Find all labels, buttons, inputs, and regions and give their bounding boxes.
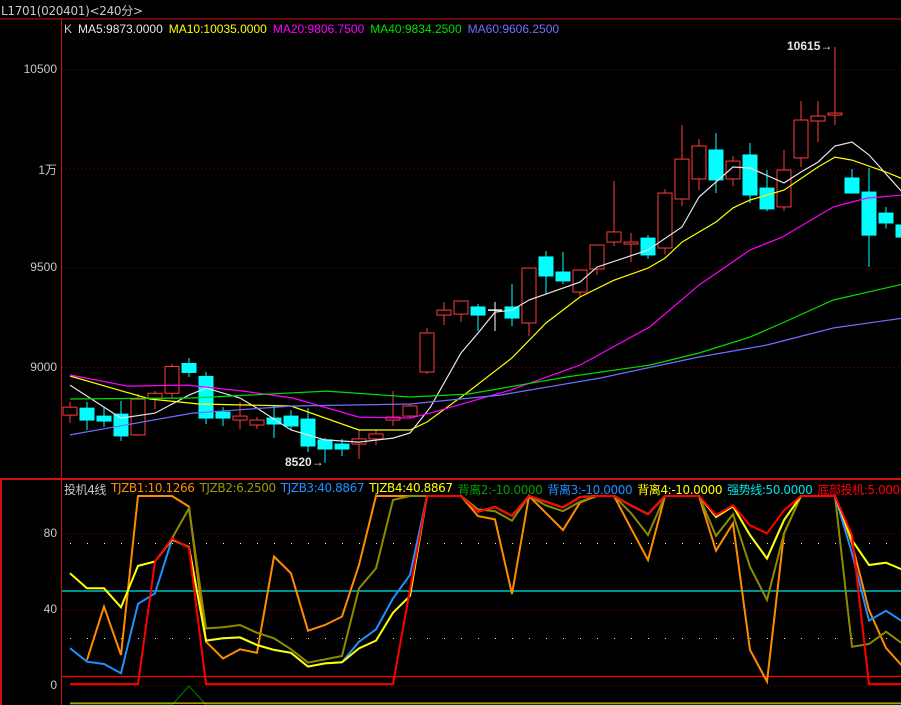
candle-body bbox=[453, 300, 469, 315]
ma40-line bbox=[69, 283, 901, 400]
candle-body bbox=[317, 439, 333, 450]
low-price-value: 8520 bbox=[285, 454, 312, 469]
candle-body bbox=[572, 269, 588, 293]
window-title: L1701(020401)<240分> bbox=[1, 4, 143, 18]
indicator-legend: 投机4线 TJZB1:10.1266 TJZB2:6.2500 TJZB3:40… bbox=[64, 481, 901, 498]
candle-body bbox=[878, 212, 894, 224]
legend-k: K bbox=[64, 22, 73, 36]
legend-bl2: 背离2:-10.0000 bbox=[457, 483, 543, 497]
candle-body bbox=[844, 177, 860, 194]
legend-ma60: MA60:9606.2500 bbox=[467, 22, 560, 36]
candle-body bbox=[300, 418, 316, 447]
candle-body bbox=[402, 405, 418, 417]
candle-body bbox=[62, 406, 78, 416]
legend-tjzb3: TJZB3:40.8867 bbox=[280, 481, 365, 495]
candle-body bbox=[708, 149, 724, 181]
candle-body bbox=[623, 241, 639, 245]
candle-body bbox=[164, 365, 180, 394]
high-price-annotation: 10615→ bbox=[787, 39, 832, 53]
legend-tjzb1: TJZB1:10.1266 bbox=[111, 481, 195, 495]
legend-ma40: MA40:9834.2500 bbox=[370, 22, 462, 36]
chart-canvas bbox=[0, 18, 901, 705]
candle-body bbox=[691, 145, 707, 180]
bl2-line bbox=[70, 685, 901, 705]
candle-body bbox=[725, 160, 741, 180]
candle-body bbox=[810, 115, 826, 122]
candle-body bbox=[742, 154, 758, 196]
candle-body bbox=[232, 415, 248, 421]
candle-body bbox=[249, 419, 265, 426]
y-tick-label: 9500 bbox=[30, 260, 57, 274]
candle-body bbox=[368, 433, 384, 440]
main-legend: K MA5:9873.0000 MA10:10035.0000 MA20:980… bbox=[64, 22, 559, 36]
legend-bl3: 背离3:-10.0000 bbox=[547, 483, 633, 497]
candle-body bbox=[181, 363, 197, 373]
candle-body bbox=[657, 192, 673, 249]
candle-body bbox=[470, 306, 486, 316]
candle-body bbox=[606, 231, 622, 243]
candle-body bbox=[776, 169, 792, 208]
tjzb3-line bbox=[69, 494, 901, 675]
ma60-line bbox=[69, 317, 901, 436]
candle-body bbox=[215, 411, 231, 419]
indicator-name: 投机4线 bbox=[64, 483, 107, 497]
candle-body bbox=[334, 443, 350, 450]
y-tick-label: 9000 bbox=[30, 360, 57, 374]
legend-ma5: MA5:9873.0000 bbox=[78, 22, 163, 36]
candle-body bbox=[130, 398, 146, 436]
tjzb2-line bbox=[171, 494, 901, 664]
legend-bottom: 底部投机:5.0000 bbox=[817, 483, 901, 497]
indicator-tick-label: 0 bbox=[50, 678, 57, 692]
y-tick-label: 10500 bbox=[23, 62, 57, 76]
indicator-tick-label: 80 bbox=[43, 526, 57, 540]
bottom-line bbox=[70, 494, 901, 686]
candle-body bbox=[504, 306, 520, 319]
candle-body bbox=[521, 267, 537, 324]
candle-body bbox=[555, 271, 571, 282]
candle-body bbox=[419, 332, 435, 373]
arrow-right-icon: → bbox=[311, 454, 324, 469]
candle-body bbox=[79, 407, 95, 421]
candle-body bbox=[96, 415, 112, 422]
candle-body bbox=[436, 309, 452, 316]
candle-body bbox=[283, 415, 299, 427]
candle-body bbox=[759, 187, 775, 210]
ma10-line bbox=[69, 156, 901, 431]
arrow-right-icon: → bbox=[820, 38, 833, 53]
legend-ma10: MA10:10035.0000 bbox=[168, 22, 267, 36]
candle-body bbox=[674, 158, 690, 200]
indicator-tick-label: 40 bbox=[43, 602, 57, 616]
candle-body bbox=[793, 119, 809, 159]
candle-body bbox=[895, 224, 901, 238]
candle-body bbox=[827, 112, 843, 116]
legend-strong: 强势线:50.0000 bbox=[727, 483, 813, 497]
tjzb1-line bbox=[86, 494, 901, 685]
high-price-value: 10615 bbox=[787, 38, 821, 53]
legend-tjzb2: TJZB2:6.2500 bbox=[199, 481, 276, 495]
candle-body bbox=[538, 256, 554, 277]
candle-body bbox=[147, 392, 163, 399]
legend-bl4: 背离4:-10.0000 bbox=[637, 483, 723, 497]
low-price-annotation: 8520→ bbox=[285, 455, 324, 469]
legend-ma20: MA20:9806.7500 bbox=[272, 22, 365, 36]
y-tick-label: 1万 bbox=[38, 163, 57, 177]
legend-tjzb4: TJZB4:40.8867 bbox=[369, 481, 453, 495]
